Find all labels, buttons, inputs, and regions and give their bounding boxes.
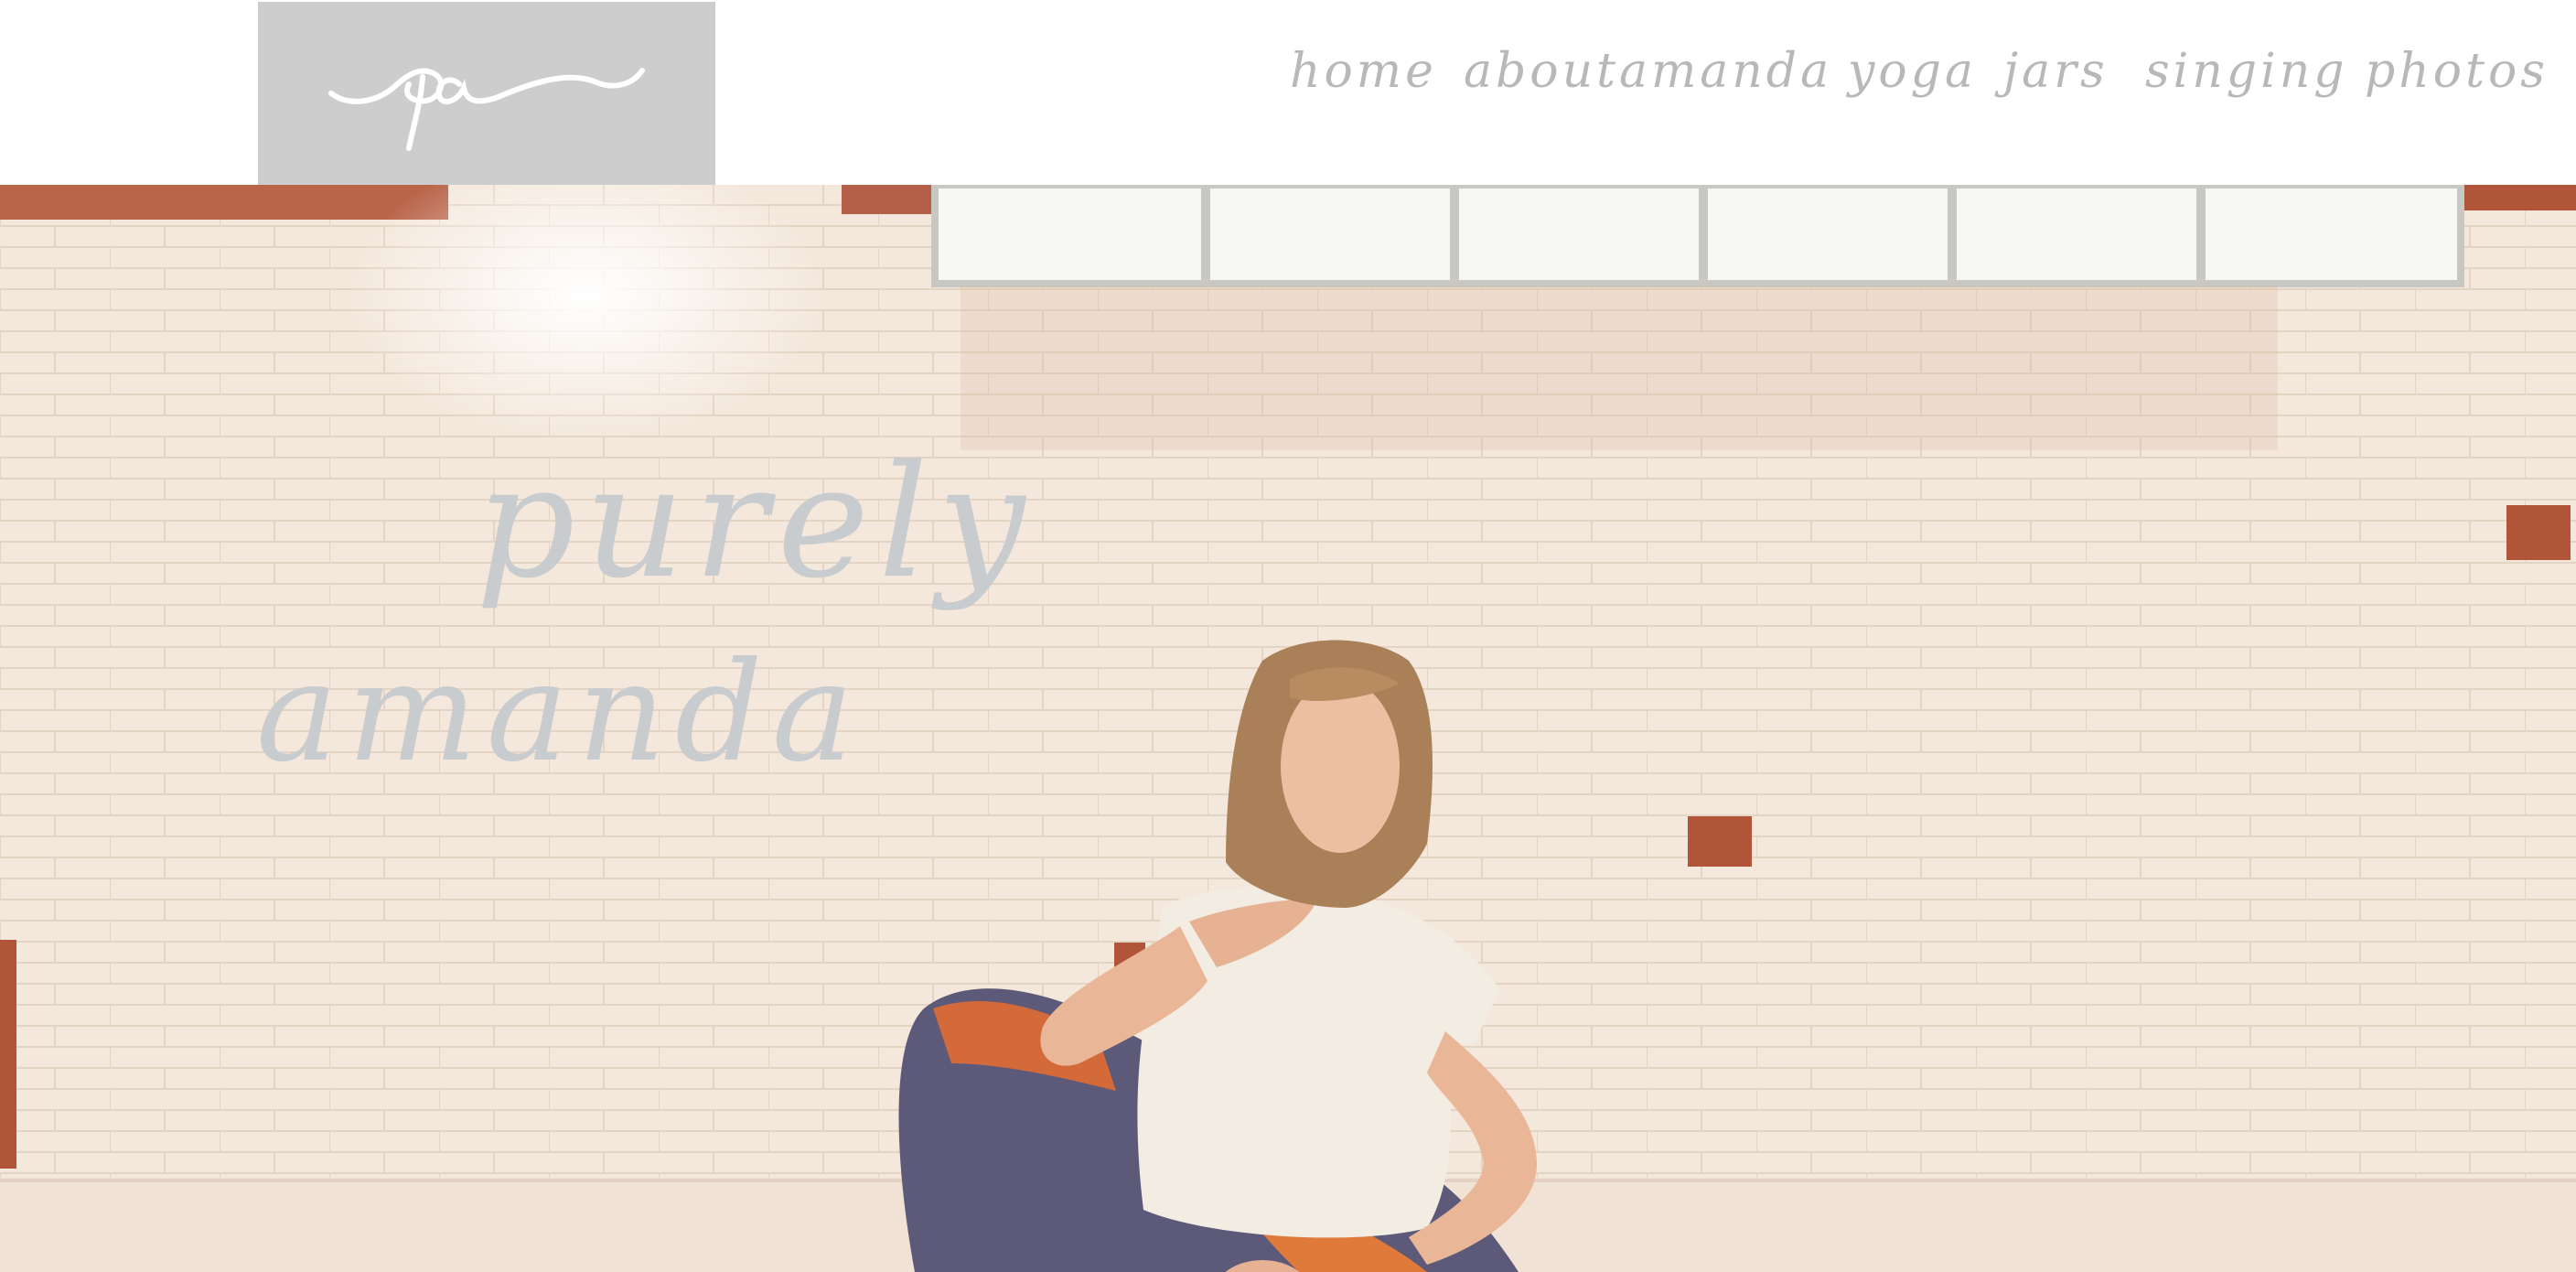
nav-jars[interactable]: jars: [2003, 35, 2109, 108]
site-header: pa home aboutamanda yoga jars singing ph…: [0, 0, 2576, 185]
site-logo[interactable]: pa: [258, 2, 715, 185]
nav-about-amanda[interactable]: aboutamanda: [1464, 35, 1832, 108]
hero-title-line-1: purely: [476, 432, 1035, 613]
nav-home[interactable]: home: [1290, 35, 1437, 108]
hero-banner: purely amanda: [0, 185, 2576, 1272]
hero-title-line-2: amanda: [256, 633, 864, 792]
nav-yoga[interactable]: yoga: [1848, 35, 1977, 108]
nav-singing[interactable]: singing: [2145, 35, 2348, 108]
nav-photos[interactable]: photos: [2365, 35, 2549, 108]
